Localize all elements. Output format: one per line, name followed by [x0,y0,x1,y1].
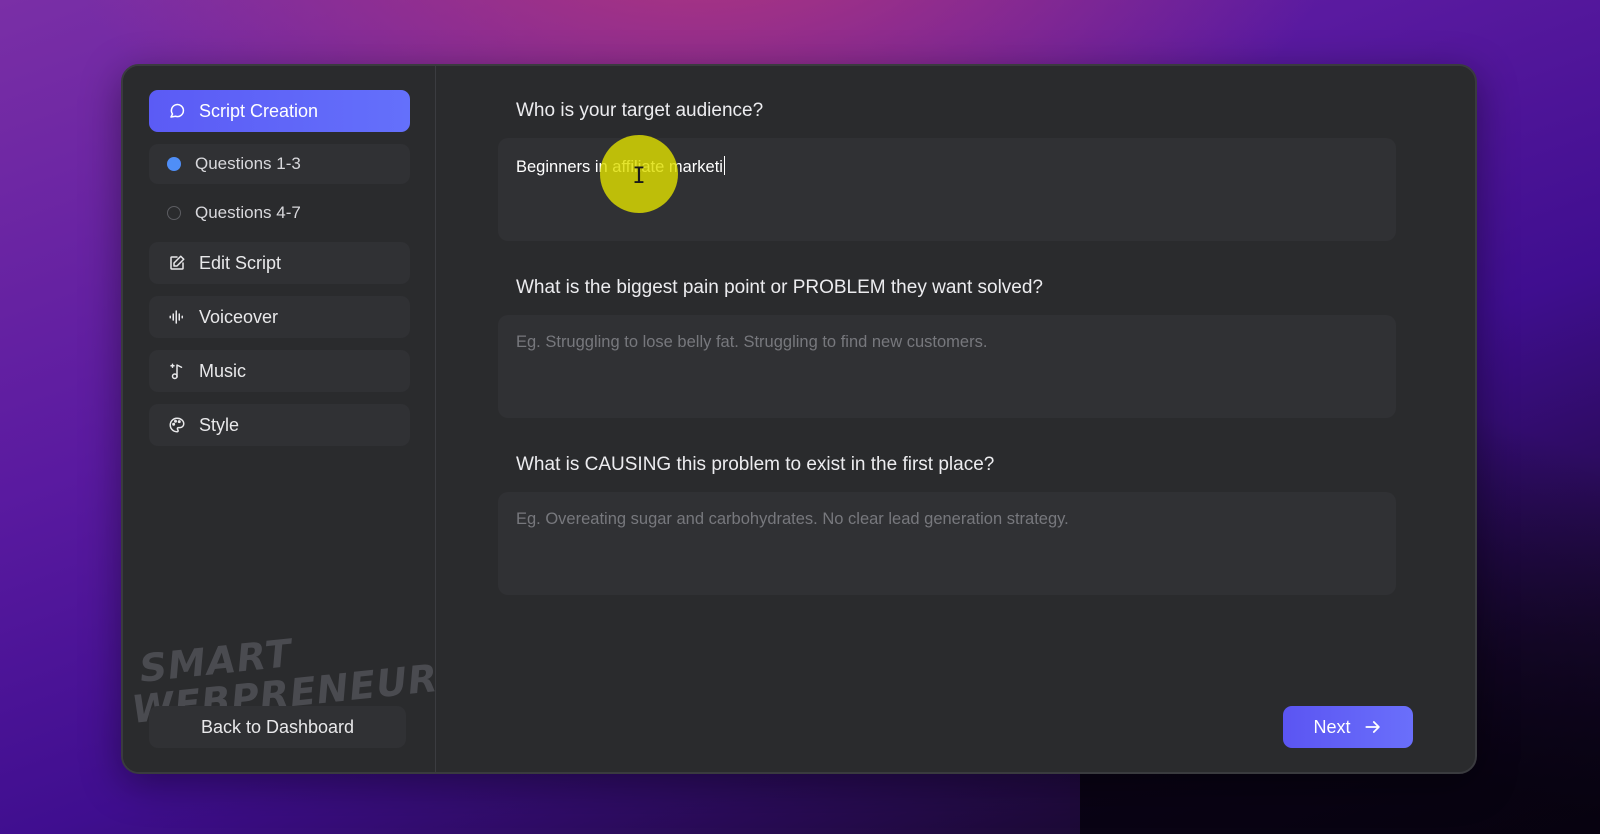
audio-wave-icon [167,307,187,327]
music-note-icon [167,361,187,381]
text-caret [723,156,725,175]
sidebar-subitem-label: Questions 1-3 [195,154,301,173]
sidebar-item-style[interactable]: Style [149,404,410,446]
sidebar-item-label: Voiceover [199,306,279,327]
status-dot-filled-icon [167,157,181,171]
sidebar-item-voiceover[interactable]: Voiceover [149,296,410,338]
next-button[interactable]: Next [1283,706,1413,748]
sidebar-item-label: Script Creation [199,100,319,121]
pain-point-input[interactable]: Eg. Struggling to lose belly fat. Strugg… [498,315,1396,418]
problem-cause-input[interactable]: Eg. Overeating sugar and carbohydrates. … [498,492,1396,595]
input-placeholder: Eg. Overeating sugar and carbohydrates. … [516,510,1069,528]
palette-icon [167,415,187,435]
edit-icon [167,253,187,273]
sidebar-subitem-questions-1-3[interactable]: Questions 1-3 [149,144,410,184]
sidebar-subitem-questions-4-7[interactable]: Questions 4-7 [149,193,410,233]
sidebar: Script Creation Questions 1-3 Questions … [123,66,440,772]
target-audience-input[interactable]: Beginners in affiliate marketi I [498,135,1396,241]
back-to-dashboard-button[interactable]: Back to Dashboard [149,706,406,748]
input-placeholder: Eg. Struggling to lose belly fat. Strugg… [516,333,988,351]
input-value: Beginners in affiliate marketi [516,158,723,176]
question-label-1: Who is your target audience? [516,100,764,121]
sidebar-item-edit-script[interactable]: Edit Script [149,242,410,284]
arrow-right-icon [1363,717,1383,737]
status-dot-empty-icon [167,206,181,220]
app-window: Script Creation Questions 1-3 Questions … [121,64,1477,774]
sidebar-item-script-creation[interactable]: Script Creation [149,90,410,132]
chat-bubble-icon [167,101,187,121]
sidebar-item-label: Style [199,414,240,435]
sidebar-item-label: Music [199,360,247,381]
sidebar-subitem-label: Questions 4-7 [195,203,301,222]
question-form: Who is your target audience? Beginners i… [436,66,1475,772]
question-label-3: What is CAUSING this problem to exist in… [516,454,995,475]
sidebar-item-label: Edit Script [199,252,282,273]
sidebar-item-music[interactable]: Music [149,350,410,392]
next-button-label: Next [1313,716,1351,737]
question-label-2: What is the biggest pain point or PROBLE… [516,277,1043,298]
